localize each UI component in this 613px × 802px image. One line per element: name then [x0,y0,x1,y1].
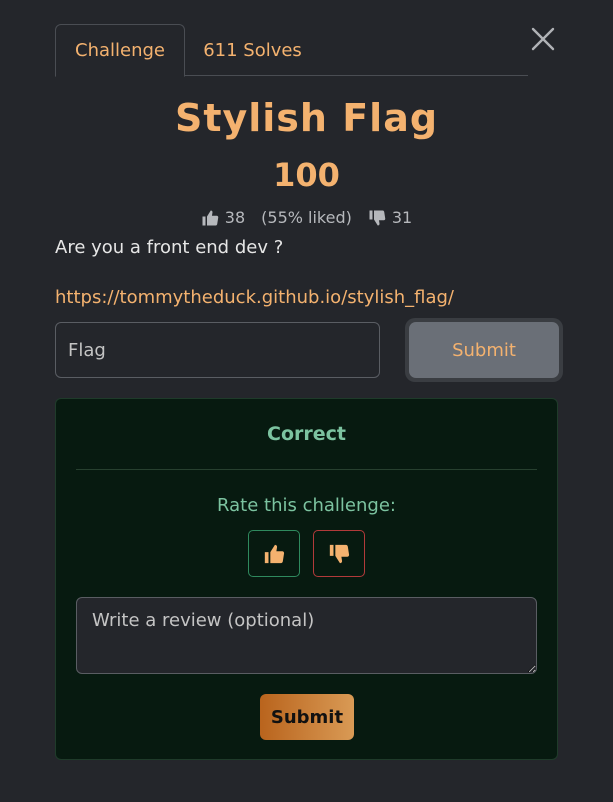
rate-down-button[interactable] [313,530,365,577]
challenge-points: 100 [273,156,340,194]
close-icon [531,27,555,51]
result-status: Correct [267,423,346,445]
tab-solves[interactable]: 611 Solves [195,24,310,76]
thumbs-down-icon [369,210,386,225]
thumbs-up-icon [202,210,219,225]
vote-summary: 38 (55% liked) 31 [0,208,613,227]
dislikes-count: 31 [391,208,413,227]
liked-percent: (55% liked) [261,208,352,227]
rate-label: Rate this challenge: [217,495,396,516]
review-textarea[interactable] [76,597,537,674]
flag-submit-wrapper: Submit [405,318,563,382]
thumbs-down-icon [329,544,350,563]
divider [76,469,537,470]
thumbs-up-icon [264,544,285,563]
flag-submit-button[interactable]: Submit [409,322,559,378]
close-button[interactable] [530,26,556,52]
likes-count: 38 [224,208,246,227]
challenge-link[interactable]: https://tommytheduck.github.io/stylish_f… [55,287,454,308]
rate-up-button[interactable] [248,530,300,577]
flag-input[interactable] [55,322,380,378]
challenge-title: Stylish Flag [174,96,439,140]
result-panel: Correct Rate this challenge: Submit [55,398,558,760]
tab-challenge[interactable]: Challenge [55,24,185,77]
review-submit-button[interactable]: Submit [260,694,354,740]
challenge-description: Are you a front end dev ? [55,237,284,258]
tab-bar: Challenge 611 Solves [55,24,528,77]
